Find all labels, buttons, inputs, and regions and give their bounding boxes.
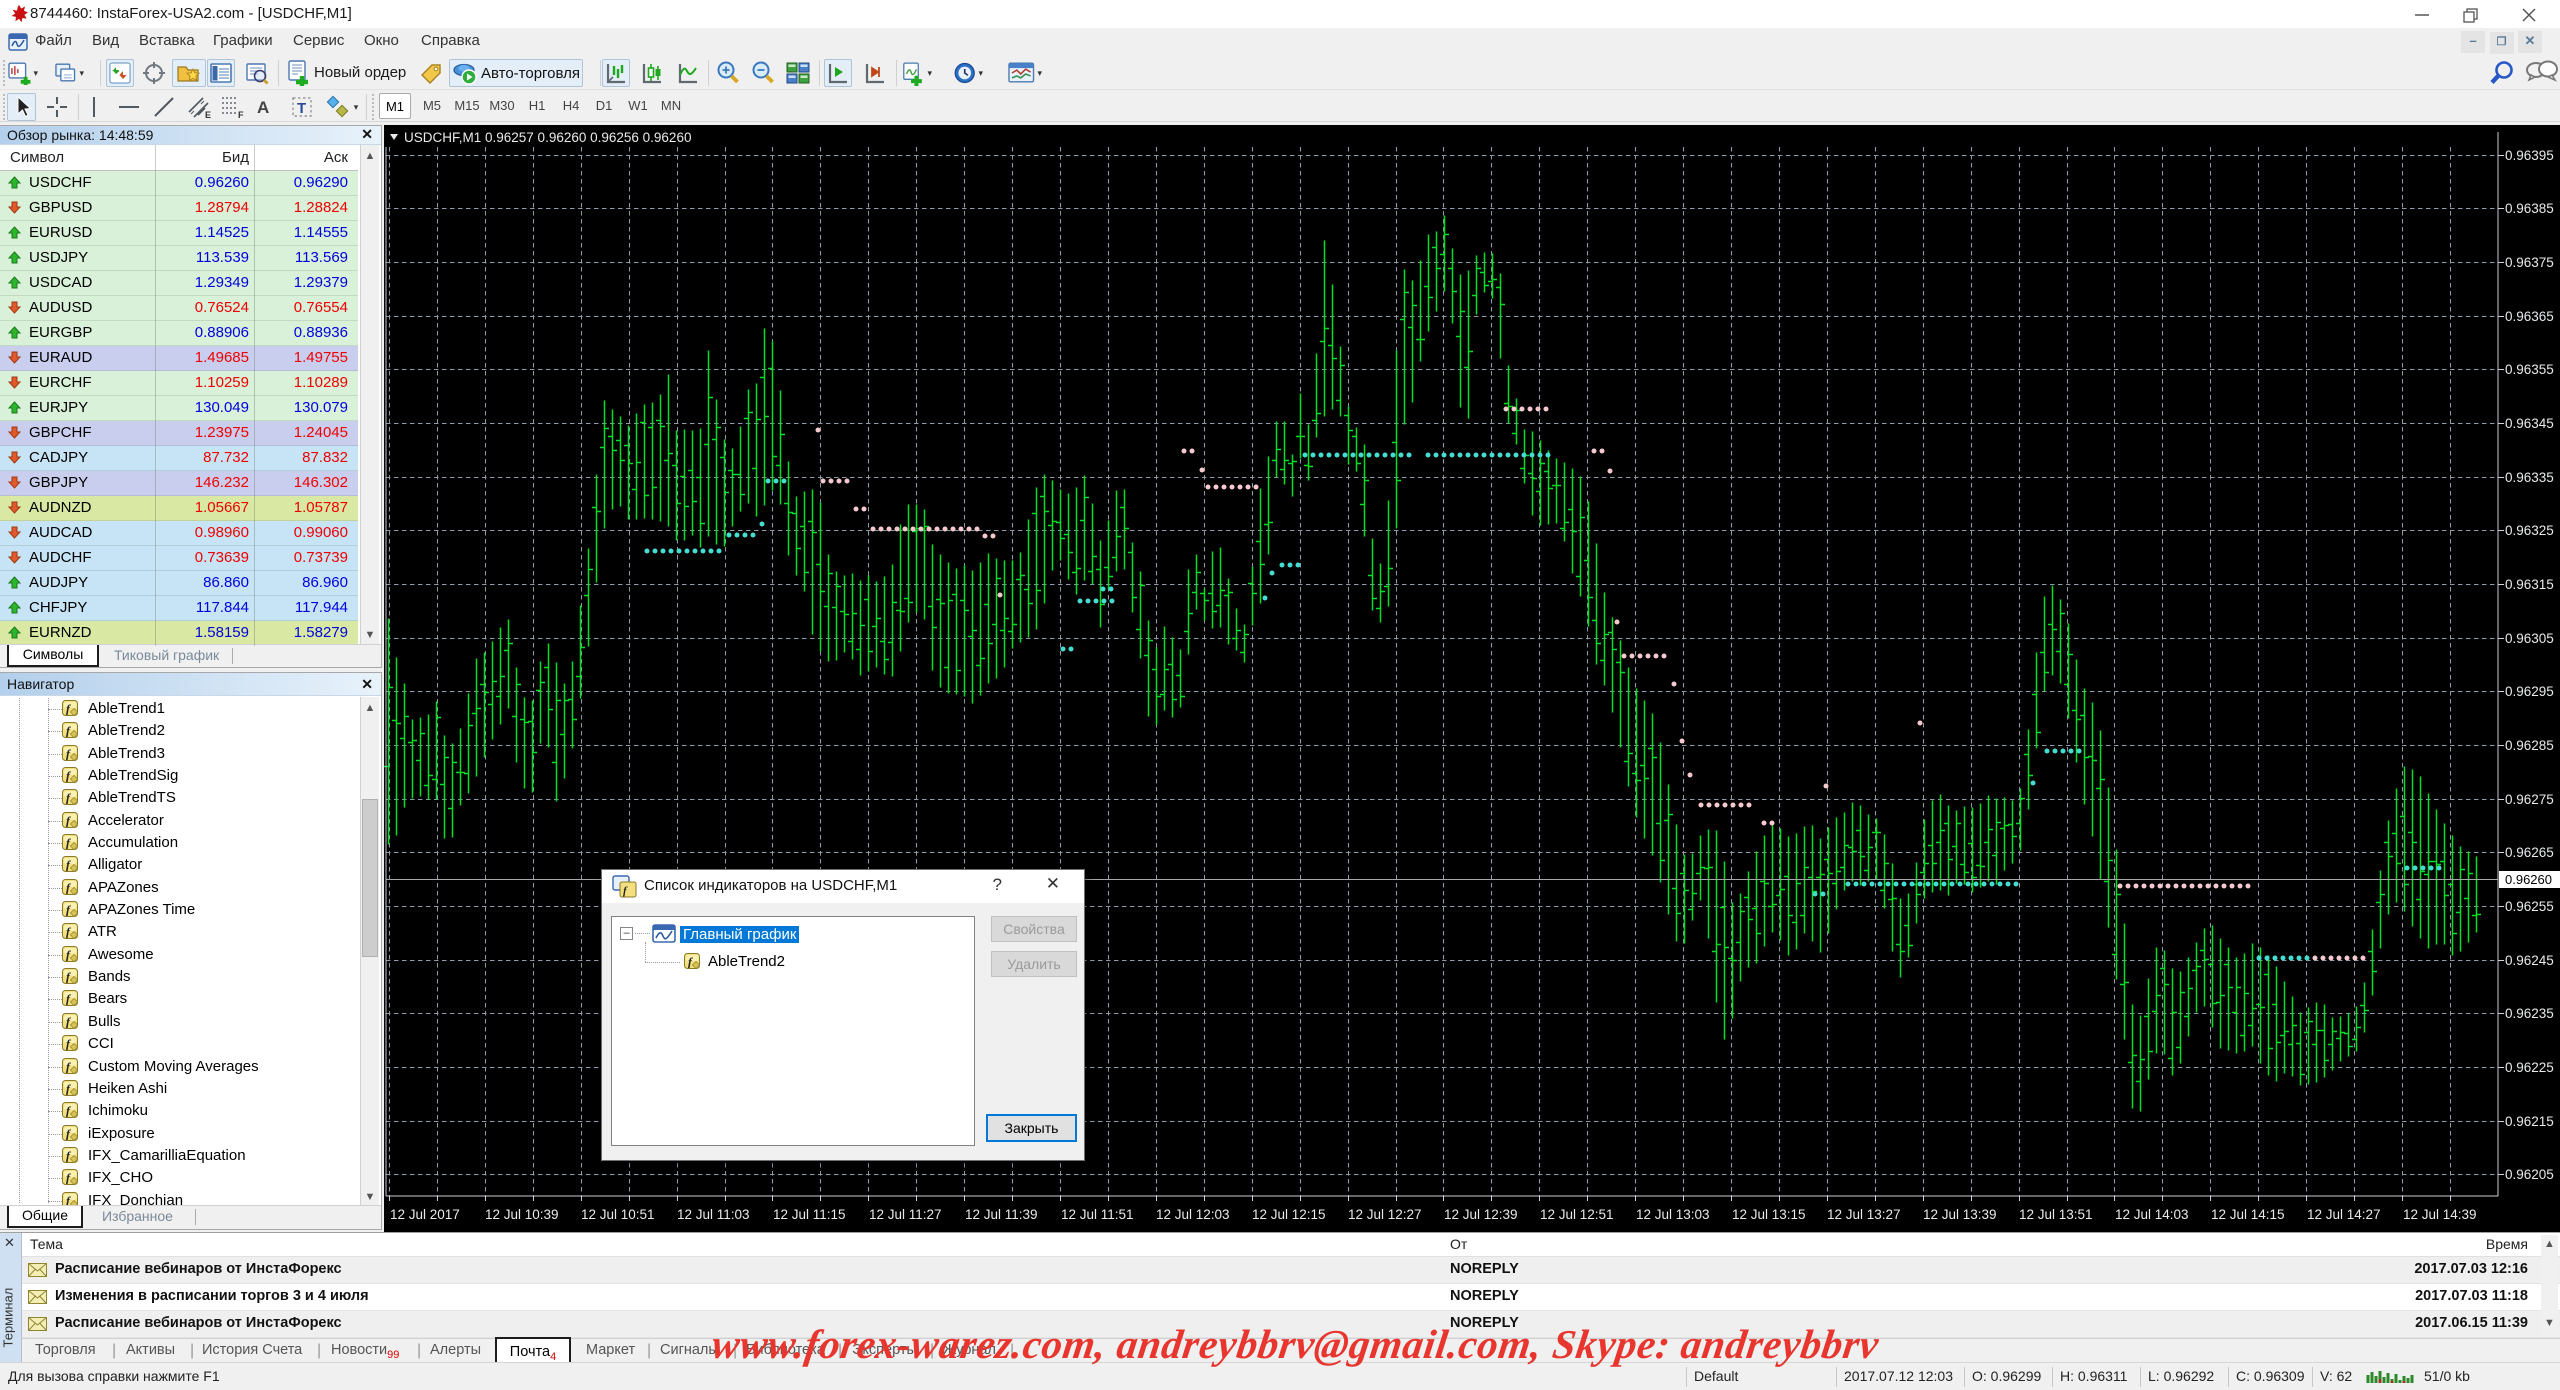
svg-text:0.96385: 0.96385 bbox=[2505, 201, 2554, 216]
svg-text:0.96295: 0.96295 bbox=[2505, 684, 2554, 699]
svg-text:0.96260: 0.96260 bbox=[2505, 872, 2552, 887]
svg-text:12 Jul 13:03: 12 Jul 13:03 bbox=[1636, 1207, 1710, 1222]
svg-text:12 Jul 12:03: 12 Jul 12:03 bbox=[1156, 1207, 1230, 1222]
svg-text:12 Jul 14:03: 12 Jul 14:03 bbox=[2115, 1207, 2189, 1222]
svg-text:12 Jul 12:27: 12 Jul 12:27 bbox=[1348, 1207, 1422, 1222]
svg-text:12 Jul 14:15: 12 Jul 14:15 bbox=[2211, 1207, 2285, 1222]
svg-text:12 Jul 13:39: 12 Jul 13:39 bbox=[1923, 1207, 1997, 1222]
svg-text:12 Jul 11:03: 12 Jul 11:03 bbox=[677, 1207, 750, 1222]
svg-text:12 Jul 10:39: 12 Jul 10:39 bbox=[485, 1207, 559, 1222]
svg-text:0.96335: 0.96335 bbox=[2505, 470, 2554, 485]
svg-text:0.96305: 0.96305 bbox=[2505, 631, 2554, 646]
svg-text:E: E bbox=[205, 110, 211, 120]
svg-text:0.96325: 0.96325 bbox=[2505, 523, 2554, 538]
svg-text:0.96225: 0.96225 bbox=[2505, 1060, 2554, 1075]
svg-text:0.96255: 0.96255 bbox=[2505, 899, 2554, 914]
svg-text:USDCHF,M1 0.96257 0.96260 0.: USDCHF,M1 0.96257 0.96260 0.96256 0.9626… bbox=[404, 130, 691, 145]
svg-text:0.96285: 0.96285 bbox=[2505, 738, 2554, 753]
svg-text:0.96315: 0.96315 bbox=[2505, 577, 2554, 592]
svg-text:0.96245: 0.96245 bbox=[2505, 953, 2554, 968]
svg-text:12 Jul 11:15: 12 Jul 11:15 bbox=[773, 1207, 846, 1222]
svg-text:12 Jul 11:27: 12 Jul 11:27 bbox=[869, 1207, 942, 1222]
svg-text:0.96215: 0.96215 bbox=[2505, 1114, 2554, 1129]
svg-text:0.96205: 0.96205 bbox=[2505, 1167, 2554, 1182]
svg-text:F: F bbox=[238, 110, 244, 120]
svg-text:12 Jul 13:51: 12 Jul 13:51 bbox=[2019, 1207, 2093, 1222]
svg-text:0.96355: 0.96355 bbox=[2505, 362, 2554, 377]
svg-text:0.96365: 0.96365 bbox=[2505, 309, 2554, 324]
svg-text:0.96265: 0.96265 bbox=[2505, 845, 2554, 860]
svg-text:12 Jul 12:15: 12 Jul 12:15 bbox=[1252, 1207, 1326, 1222]
svg-text:12 Jul 13:27: 12 Jul 13:27 bbox=[1827, 1207, 1901, 1222]
svg-text:12 Jul 14:27: 12 Jul 14:27 bbox=[2307, 1207, 2381, 1222]
svg-text:A: A bbox=[257, 98, 269, 117]
svg-text:12 Jul 11:51: 12 Jul 11:51 bbox=[1061, 1207, 1134, 1222]
svg-text:12 Jul 12:51: 12 Jul 12:51 bbox=[1540, 1207, 1614, 1222]
svg-text:12 Jul 12:39: 12 Jul 12:39 bbox=[1444, 1207, 1518, 1222]
svg-text:12 Jul 13:15: 12 Jul 13:15 bbox=[1732, 1207, 1806, 1222]
svg-text:T: T bbox=[297, 100, 306, 117]
svg-text:0.96275: 0.96275 bbox=[2505, 792, 2554, 807]
svg-text:12 Jul 11:39: 12 Jul 11:39 bbox=[965, 1207, 1038, 1222]
svg-text:0.96345: 0.96345 bbox=[2505, 416, 2554, 431]
svg-text:12 Jul 2017: 12 Jul 2017 bbox=[390, 1207, 460, 1222]
svg-text:12 Jul 14:39: 12 Jul 14:39 bbox=[2403, 1207, 2477, 1222]
svg-text:12 Jul 10:51: 12 Jul 10:51 bbox=[581, 1207, 655, 1222]
svg-text:0.96235: 0.96235 bbox=[2505, 1006, 2554, 1021]
svg-text:0.96395: 0.96395 bbox=[2505, 148, 2554, 163]
svg-text:0.96375: 0.96375 bbox=[2505, 255, 2554, 270]
